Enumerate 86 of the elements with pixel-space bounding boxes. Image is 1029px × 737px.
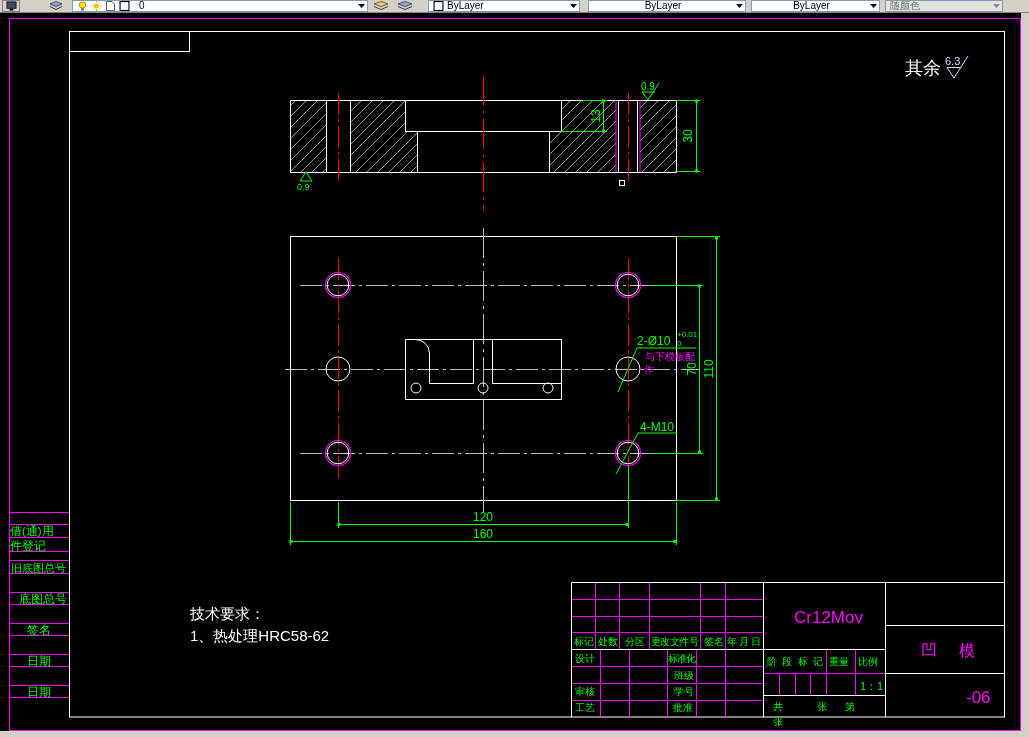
hatch-area: [290, 100, 326, 172]
caret-icon: [570, 4, 577, 8]
caret-icon: [736, 4, 743, 8]
table-cell: 批准: [673, 702, 693, 713]
callout-text: 2-Ø10: [637, 334, 671, 348]
bolt-hole: [324, 271, 352, 299]
bolt-hole: [615, 356, 641, 382]
table-cell: 设计: [575, 653, 595, 664]
color-swatch-icon: [119, 1, 130, 11]
roughness-symbol-icon: [299, 171, 313, 182]
bolt-hole: [614, 271, 642, 299]
roughness-value: 6.3: [945, 55, 961, 67]
sheet-label: 张: [773, 716, 783, 727]
surface-note-text: 其余: [905, 58, 941, 78]
strip-label: 借(通)用: [10, 525, 54, 537]
table-cell: 审核: [575, 686, 595, 697]
tolerance-text: 0: [677, 339, 682, 348]
scale-text: 1：1: [860, 680, 884, 692]
roughness-symbol-icon: [946, 55, 969, 79]
strip-label: 日期: [27, 686, 51, 698]
dimension-text: 70: [685, 362, 699, 376]
layers-icon[interactable]: [396, 1, 414, 11]
table-cell: 班级: [674, 670, 694, 681]
drawing-number: -06: [966, 688, 991, 707]
dimension-text: 120: [473, 510, 493, 524]
property-dropdown[interactable]: ByLayer: [751, 0, 880, 12]
requirements-title: 技术要求：: [190, 605, 265, 622]
material-text: Cr12Mov: [794, 608, 863, 627]
requirement-item: 1、热处理HRC58-62: [190, 627, 330, 644]
pin-hole: [542, 382, 554, 394]
layers-icon[interactable]: [48, 1, 64, 11]
dimension-line: [560, 99, 608, 133]
dimension-text: 160: [473, 527, 493, 541]
roughness-value: 0.9: [297, 182, 310, 192]
color-swatch-icon: [433, 1, 444, 11]
pin-hole: [410, 382, 422, 394]
monitor-icon: [5, 1, 17, 11]
table-cell: 学号: [674, 686, 694, 697]
dimension-text: 30: [681, 129, 695, 143]
roughness-value: 0.9: [641, 81, 655, 92]
tolerance-text: +0.01: [677, 330, 698, 339]
table-header: 年: [727, 636, 737, 647]
table-header: 月: [739, 636, 749, 647]
table-header: 阶 段 标 记: [767, 656, 823, 667]
roughness-symbol-icon: [641, 82, 660, 101]
table-header: 重量: [829, 656, 849, 667]
table-cell: 标准化: [667, 653, 696, 664]
bolt-hole: [614, 439, 642, 467]
horizontal-scrollbar[interactable]: [0, 731, 1021, 737]
strip-label: 旧底图总号: [11, 562, 66, 574]
callout-text: 4-M10: [640, 420, 674, 434]
part-name: 凹 模: [921, 642, 976, 659]
caret-icon: [358, 4, 365, 8]
table-cell: 工艺: [575, 702, 595, 713]
strip-label: 底图总号: [19, 593, 67, 605]
vertical-scrollbar[interactable]: [1021, 13, 1029, 737]
table-header: 更改文件号: [651, 636, 698, 647]
sheet-label: 张: [817, 701, 827, 712]
table-header: 签名: [704, 636, 724, 647]
table-header: 日: [751, 636, 761, 647]
hatch-area: [640, 100, 676, 172]
caret-icon: [870, 4, 877, 8]
bolt-hole: [325, 356, 351, 382]
property-dropdown[interactable]: 0: [72, 0, 368, 12]
table-header: 分区: [625, 636, 645, 647]
dimension-text: 110: [702, 359, 716, 379]
caret-icon: [993, 4, 1000, 8]
table-header: 标记: [574, 636, 594, 647]
property-dropdown[interactable]: ByLayer: [588, 0, 746, 12]
sun-icon: [91, 1, 102, 11]
page-icon: [105, 1, 116, 11]
property-dropdown[interactable]: ByLayer: [428, 0, 580, 12]
strip-label: 件登记: [10, 540, 46, 552]
strip-label: 签名: [27, 624, 51, 636]
toolbar-button[interactable]: [2, 0, 20, 12]
pin-hole: [477, 382, 489, 394]
table-header: 比例: [858, 656, 878, 667]
bolt-hole: [324, 439, 352, 467]
leader-line: [615, 432, 678, 475]
sheet-label: 第: [845, 701, 855, 712]
hatch-area: [350, 100, 417, 172]
sheet-label: 共: [773, 701, 783, 712]
layers-icon[interactable]: [372, 1, 390, 11]
dimension-text: 13: [589, 109, 603, 123]
strip-label: 日期: [27, 655, 51, 667]
table-header: 处数: [598, 636, 618, 647]
